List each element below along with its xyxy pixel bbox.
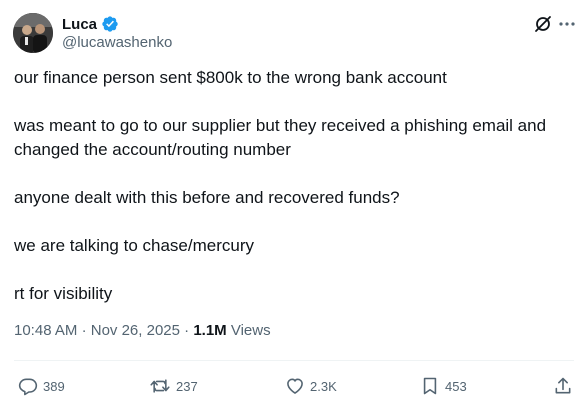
- bookmark-count: 453: [445, 378, 467, 394]
- tweet-paragraph: we are talking to chase/mercury: [14, 236, 254, 255]
- tweet-paragraph: rt for visibility: [14, 284, 113, 303]
- share-icon: [555, 377, 571, 394]
- avatar[interactable]: [13, 13, 53, 53]
- author-handle[interactable]: @lucawashenko: [62, 34, 172, 51]
- tweet-text: our finance person sent $800k to the wro…: [14, 66, 574, 330]
- bookmark-icon: [423, 377, 437, 395]
- reply-button[interactable]: 389: [18, 375, 65, 397]
- verified-badge-icon[interactable]: [101, 15, 119, 33]
- repost-button[interactable]: 237: [149, 375, 198, 397]
- retweet-icon: [150, 379, 170, 393]
- grok-icon[interactable]: [533, 14, 553, 34]
- divider: [14, 360, 574, 361]
- tweet-card: Luca @lucawashenko our finance person se…: [0, 0, 588, 418]
- views-label: Views: [230, 322, 271, 339]
- author-name-row: Luca: [62, 14, 119, 34]
- tweet-time[interactable]: 10:48 AM: [14, 322, 77, 339]
- tweet-paragraph: anyone dealt with this before and recove…: [14, 188, 400, 207]
- tweet-metadata: 10:48 AM · Nov 26, 2025 · 1.1M Views: [14, 322, 271, 339]
- bookmark-button[interactable]: 453: [420, 375, 467, 397]
- like-button[interactable]: 2.3K: [285, 375, 337, 397]
- avatar-image: [13, 13, 53, 53]
- more-options-icon[interactable]: [557, 14, 577, 34]
- repost-count: 237: [176, 378, 198, 394]
- views-count: 1.1M: [193, 322, 227, 339]
- tweet-paragraph: our finance person sent $800k to the wro…: [14, 68, 447, 87]
- tweet-paragraph: was meant to go to our supplier but they…: [14, 116, 547, 159]
- meta-separator: ·: [81, 322, 91, 339]
- tweet-date[interactable]: Nov 26, 2025: [91, 322, 180, 339]
- like-count: 2.3K: [310, 378, 337, 394]
- meta-separator: ·: [184, 322, 194, 339]
- heart-icon: [287, 378, 303, 394]
- share-button[interactable]: [553, 375, 573, 397]
- author-display-name[interactable]: Luca: [62, 16, 97, 33]
- reply-count: 389: [43, 378, 65, 394]
- reply-icon: [18, 378, 38, 396]
